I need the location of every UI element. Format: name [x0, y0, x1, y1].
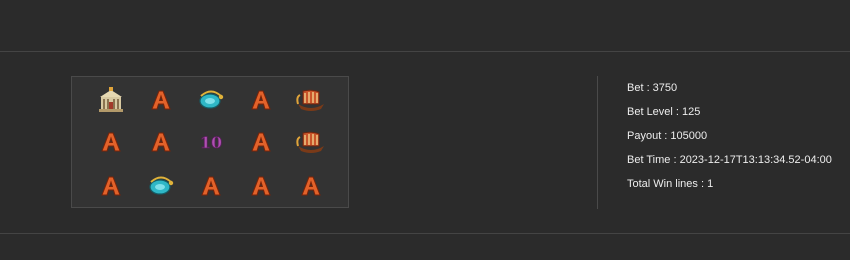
letter-a-icon: [244, 169, 278, 203]
svg-text:10: 10: [200, 133, 222, 152]
bottom-divider: [0, 233, 850, 234]
amulet-icon: [144, 169, 178, 203]
ship-icon: [294, 125, 328, 159]
ship-icon: [294, 83, 328, 117]
top-divider: [0, 51, 850, 52]
amulet-icon: [194, 83, 228, 117]
bet-details: Bet : 3750 Bet Level : 125 Payout : 1050…: [627, 82, 832, 202]
letter-a-icon: [94, 125, 128, 159]
bet-time: Bet Time : 2023-12-17T13:13:34.52-04:00: [627, 154, 832, 166]
total-win-lines: Total Win lines : 1: [627, 178, 714, 190]
bet-amount: Bet : 3750: [627, 82, 678, 94]
payout: Payout : 105000: [627, 130, 708, 142]
ten-icon: 10: [194, 125, 228, 159]
temple-icon: [94, 83, 128, 117]
letter-a-icon: [94, 169, 128, 203]
letter-a-icon: [294, 169, 328, 203]
letter-a-icon: [144, 83, 178, 117]
details-divider: [597, 76, 598, 209]
letter-a-icon: [244, 125, 278, 159]
reel-grid: 10: [71, 76, 349, 208]
letter-a-icon: [194, 169, 228, 203]
bet-level: Bet Level : 125: [627, 106, 701, 118]
letter-a-icon: [244, 83, 278, 117]
letter-a-icon: [144, 125, 178, 159]
